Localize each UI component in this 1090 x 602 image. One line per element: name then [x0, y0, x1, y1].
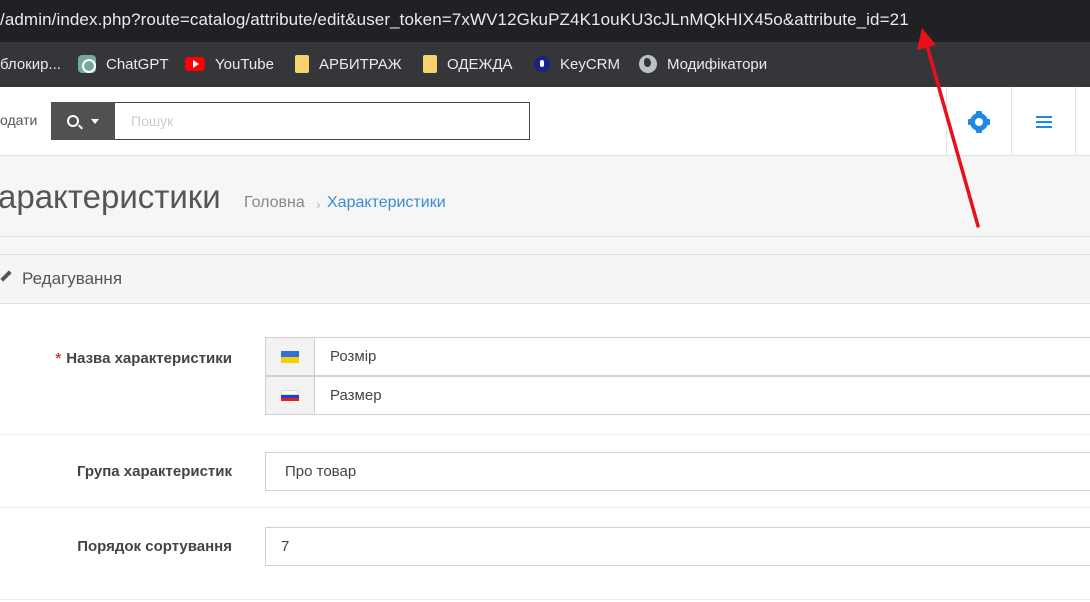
header-left-label[interactable]: одати [0, 112, 37, 128]
sort-order-input[interactable] [265, 527, 1090, 566]
name-input-group-ru [265, 376, 1090, 415]
bookmark-modyfikatory[interactable]: Модифікатори [639, 53, 767, 75]
search-input[interactable] [115, 102, 530, 140]
bookmark-blokir[interactable]: блокир... [0, 53, 61, 75]
header-divider [1075, 87, 1076, 156]
bookmark-chatgpt[interactable]: ChatGPT [78, 53, 169, 75]
sort-label: Порядок сортування [77, 538, 232, 555]
name-label-text: Назва характеристики [66, 350, 232, 367]
menu-icon [1036, 115, 1052, 128]
group-label: Група характеристик [77, 463, 232, 480]
admin-header: одати [0, 87, 1090, 156]
form-row-sort: Порядок сортування [0, 508, 1090, 600]
required-marker: * [55, 350, 62, 367]
russia-flag-icon [281, 389, 299, 402]
form-row-group: Група характеристик Про товар [0, 435, 1090, 508]
name-input-uk[interactable] [315, 338, 1090, 375]
youtube-icon [185, 57, 205, 71]
menu-button[interactable] [1012, 87, 1076, 156]
group-select-value: Про товар [285, 463, 357, 480]
folder-icon [423, 55, 437, 73]
pencil-icon [0, 270, 12, 282]
language-addon [266, 377, 315, 414]
globe-icon [639, 55, 657, 73]
search-button[interactable] [51, 102, 115, 140]
bookmark-odezhda[interactable]: ОДЕЖДА [423, 53, 513, 75]
name-input-group-uk [265, 337, 1090, 376]
settings-button[interactable] [947, 87, 1011, 156]
ukraine-flag-icon [281, 350, 299, 363]
breadcrumb-separator: › [316, 196, 321, 212]
page-title: арактеристики [0, 178, 221, 215]
panel-title: Редагування [22, 269, 123, 288]
page-header: арактеристики Головна › Характеристики [0, 156, 1090, 237]
chatgpt-icon [78, 55, 96, 73]
bookmark-label: YouTube [215, 55, 274, 73]
bookmark-label: АРБИТРАЖ [319, 55, 402, 73]
edit-panel: Редагування *Назва характеристики Гр [0, 254, 1090, 602]
name-input-ru[interactable] [315, 377, 1090, 414]
bookmark-label: ChatGPT [106, 55, 169, 73]
page-content: арактеристики Головна › Характеристики Р… [0, 156, 1090, 602]
gear-icon [968, 110, 990, 133]
bookmark-arbitrazh[interactable]: АРБИТРАЖ [295, 53, 402, 75]
browser-address-bar[interactable]: /admin/index.php?route=catalog/attribute… [0, 0, 1090, 42]
name-label: * Назва характеристики [55, 350, 232, 367]
breadcrumb-home[interactable]: Головна [244, 194, 305, 212]
group-select[interactable]: Про товар [265, 452, 1090, 491]
bookmark-label: блокир... [0, 55, 61, 73]
bookmark-youtube[interactable]: YouTube [185, 53, 274, 75]
url-text[interactable]: /admin/index.php?route=catalog/attribute… [0, 10, 909, 30]
language-addon [266, 338, 315, 375]
folder-icon [295, 55, 309, 73]
keycrm-icon [534, 56, 550, 72]
bookmark-label: KeyCRM [560, 55, 621, 73]
form-row-name: * Назва характеристики [0, 304, 1090, 435]
bookmark-label: ОДЕЖДА [447, 55, 513, 73]
caret-down-icon [91, 118, 99, 124]
search-icon [67, 115, 79, 127]
breadcrumb-current[interactable]: Характеристики [327, 194, 446, 212]
bookmarks-bar: блокир... ChatGPT YouTube АРБИТРАЖ ОДЕЖД… [0, 42, 1090, 87]
bookmark-label: Модифікатори [667, 55, 768, 73]
panel-heading: Редагування [0, 255, 1090, 304]
bookmark-keycrm[interactable]: KeyCRM [534, 53, 620, 75]
